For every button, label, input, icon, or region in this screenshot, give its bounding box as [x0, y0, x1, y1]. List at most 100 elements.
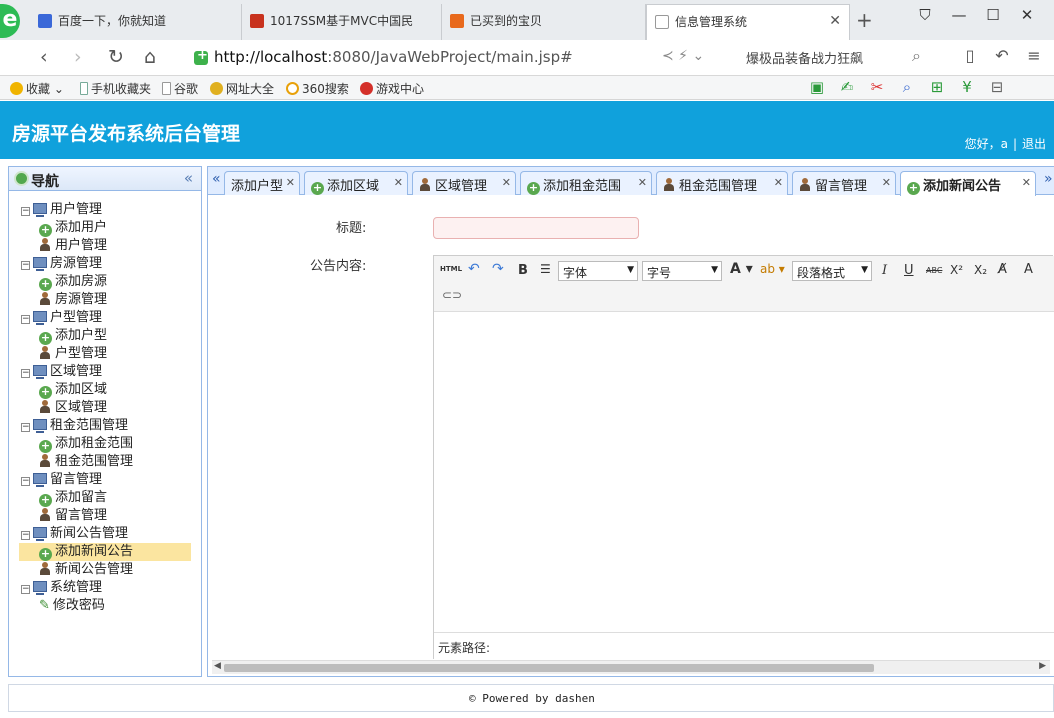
format-icon[interactable]: ☰ [540, 262, 551, 276]
font-size-select[interactable]: 字号 ▼ [642, 261, 722, 281]
paragraph-format-select[interactable]: 段落格式 ▼ [792, 261, 872, 281]
sidebar-item[interactable]: + 添加户型 [9, 327, 201, 345]
reload-icon[interactable]: ↻ [108, 46, 124, 68]
logout-link[interactable]: 退出 [1022, 137, 1046, 151]
content-tab[interactable]: 添加户型 ✕ [224, 171, 300, 195]
clear-format-icon[interactable]: A̸ [998, 262, 1007, 277]
editor-content-area[interactable] [434, 312, 1054, 632]
sidebar-item[interactable]: + 添加区域 [9, 381, 201, 399]
gamepad-icon[interactable]: ⊞ [922, 78, 952, 96]
scroll-left-arrow-icon[interactable]: ◀ [214, 661, 221, 671]
sidebar-item[interactable]: + 添加租金范围 [9, 435, 201, 453]
sidebar-item[interactable]: 区域管理 [9, 399, 201, 417]
bookmark-google[interactable]: 谷歌 [162, 80, 198, 97]
sidebar-item[interactable]: + 添加用户 [9, 219, 201, 237]
close-tab-icon[interactable]: ✕ [286, 176, 295, 189]
browser-tab-baidu[interactable]: 百度一下，你就知道 [30, 4, 242, 40]
url-text[interactable]: http://localhost:8080/JavaWebProject/mai… [214, 48, 573, 66]
sidebar-item[interactable]: 用户管理 [9, 237, 201, 255]
collapse-toggle-icon[interactable]: − [21, 531, 30, 540]
forward-icon[interactable]: › [74, 46, 82, 68]
translate-icon[interactable]: ✍ [832, 78, 862, 96]
italic-icon[interactable]: I [882, 263, 887, 278]
collapse-toggle-icon[interactable]: − [21, 261, 30, 270]
sidebar-group[interactable]: − 留言管理 [9, 471, 201, 489]
scrollbar-thumb[interactable] [224, 664, 874, 672]
close-tab-icon[interactable]: ✕ [1022, 176, 1031, 189]
format-painter-icon[interactable]: A [1024, 262, 1033, 277]
new-tab-button[interactable]: + [856, 8, 873, 32]
share-icon[interactable]: ≺ ⚡ ⌄ [662, 48, 704, 64]
content-tab[interactable]: + 添加新闻公告 ✕ [900, 171, 1036, 196]
browser-tab-mvc[interactable]: 1017SSM基于MVC中国民 [242, 4, 442, 40]
content-tab[interactable]: + 添加租金范围 ✕ [520, 171, 652, 195]
sidebar-item[interactable]: 新闻公告管理 [9, 561, 201, 579]
html-source-button[interactable]: HTML [440, 265, 462, 273]
close-tab-icon[interactable]: ✕ [394, 176, 403, 189]
search-hint[interactable]: 爆极品装备战力狂飙 [746, 48, 863, 67]
sidebar-group[interactable]: − 系统管理 [9, 579, 201, 597]
tabs-scroll-left-icon[interactable]: « [212, 171, 221, 187]
underline-icon[interactable]: U [904, 263, 914, 278]
close-tab-icon[interactable]: ✕ [829, 13, 841, 29]
close-window-button[interactable]: ✕ [1010, 6, 1044, 24]
collapse-toggle-icon[interactable]: − [21, 369, 30, 378]
content-tab[interactable]: 区域管理 ✕ [412, 171, 516, 195]
horizontal-scrollbar[interactable]: ◀ ▶ [212, 660, 1050, 674]
home-icon[interactable]: ⌂ [144, 46, 156, 68]
sidebar-item[interactable]: 租金范围管理 [9, 453, 201, 471]
browser-tab-active[interactable]: 信息管理系统 ✕ [646, 4, 850, 40]
scissors-icon[interactable]: ✂ [862, 78, 892, 96]
url-field[interactable]: http://localhost:8080/JavaWebProject/mai… [186, 44, 726, 72]
collapse-toggle-icon[interactable]: − [21, 423, 30, 432]
sidebar-item[interactable]: 户型管理 [9, 345, 201, 363]
content-tab[interactable]: + 添加区域 ✕ [304, 171, 408, 195]
font-color-icon[interactable]: A ▾ [730, 261, 753, 277]
sidebar-item[interactable]: + 添加房源 [9, 273, 201, 291]
sidebar-group[interactable]: − 用户管理 [9, 201, 201, 219]
maximize-button[interactable]: ☐ [976, 6, 1010, 24]
close-tab-icon[interactable]: ✕ [882, 176, 891, 189]
sidebar-group[interactable]: − 新闻公告管理 [9, 525, 201, 543]
bookmark-games[interactable]: 游戏中心 [360, 80, 424, 97]
collapse-toggle-icon[interactable]: − [21, 207, 30, 216]
apps-icon[interactable]: ⊟ [982, 78, 1012, 96]
magnifier-icon[interactable]: ⌕ [892, 78, 922, 96]
undo-icon[interactable]: ↶ [468, 261, 480, 277]
close-tab-icon[interactable]: ✕ [502, 176, 511, 189]
bookmark-favorites[interactable]: 收藏 ⌄ [10, 80, 64, 97]
subscript-icon[interactable]: X₂ [974, 263, 987, 277]
highlight-color-icon[interactable]: ab ▾ [760, 262, 785, 276]
title-input[interactable] [433, 217, 639, 239]
scroll-right-arrow-icon[interactable]: ▶ [1039, 661, 1046, 671]
extension-icon[interactable]: ▣ [802, 78, 832, 96]
font-family-select[interactable]: 字体 ▼ [558, 261, 638, 281]
tabs-scroll-right-icon[interactable]: » [1044, 171, 1053, 187]
close-tab-icon[interactable]: ✕ [638, 176, 647, 189]
content-tab[interactable]: 租金范围管理 ✕ [656, 171, 788, 195]
sidebar-group[interactable]: − 户型管理 [9, 309, 201, 327]
collapse-toggle-icon[interactable]: − [21, 477, 30, 486]
bookmark-sites[interactable]: 网址大全 [210, 80, 274, 97]
minimize-button[interactable]: — [942, 6, 976, 24]
link-icon[interactable]: ⊂⊃ [442, 288, 462, 302]
back-icon[interactable]: ‹ [40, 46, 48, 68]
bookmark-mobile[interactable]: 手机收藏夹 [80, 80, 151, 97]
content-tab[interactable]: 留言管理 ✕ [792, 171, 896, 195]
sidebar-group[interactable]: − 房源管理 [9, 255, 201, 273]
sidebar-item[interactable]: 留言管理 [9, 507, 201, 525]
close-tab-icon[interactable]: ✕ [774, 176, 783, 189]
collapse-sidebar-icon[interactable]: « [184, 169, 193, 187]
phone-icon[interactable]: ▯ [954, 46, 986, 65]
collapse-toggle-icon[interactable]: − [21, 315, 30, 324]
browser-tab-taobao[interactable]: 已买到的宝贝 [442, 4, 646, 40]
search-icon[interactable]: ⌕ [912, 46, 921, 66]
shirt-icon[interactable]: ⛉ [908, 6, 942, 24]
sidebar-item[interactable]: ✎ 修改密码 [9, 597, 201, 615]
redo-icon[interactable]: ↷ [492, 261, 504, 277]
strikethrough-icon[interactable]: ABC [926, 266, 942, 275]
sidebar-group[interactable]: − 租金范围管理 [9, 417, 201, 435]
superscript-icon[interactable]: X² [950, 263, 963, 277]
bold-icon[interactable]: B [518, 263, 528, 278]
yen-icon[interactable]: ¥ [952, 78, 982, 96]
